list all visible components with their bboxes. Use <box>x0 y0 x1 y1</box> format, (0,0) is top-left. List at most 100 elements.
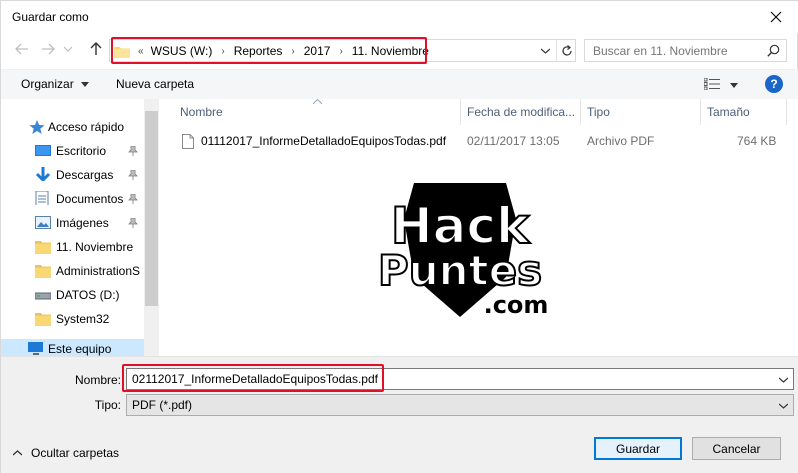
refresh-button[interactable] <box>556 40 576 61</box>
forward-button[interactable] <box>37 33 59 65</box>
sidebar-item-label: Este equipo <box>48 342 112 356</box>
sidebar-item-downloads[interactable]: Descargas <box>1 163 144 187</box>
overflow-chevron[interactable]: « <box>134 46 148 57</box>
file-size: 764 KB <box>737 134 777 148</box>
sidebar-item-label: AdministrationS <box>56 264 141 278</box>
title-bar: Guardar como <box>1 1 798 33</box>
help-icon[interactable]: ? <box>765 75 783 93</box>
caret-down-icon <box>730 83 738 88</box>
sidebar-item-datos-drive[interactable]: DATOS (D:) <box>1 283 144 307</box>
folder-icon <box>35 313 51 326</box>
new-folder-button[interactable]: Nueva carpeta <box>116 77 194 91</box>
back-button[interactable] <box>11 33 33 65</box>
column-divider[interactable] <box>786 99 787 125</box>
close-button[interactable] <box>753 1 798 33</box>
pdf-file-icon <box>182 134 194 149</box>
computer-icon <box>28 342 43 355</box>
sidebar-item-noviembre[interactable]: 11. Noviembre <box>1 235 144 259</box>
column-divider[interactable] <box>700 99 701 125</box>
breadcrumb-separator-icon[interactable]: › <box>215 46 230 57</box>
sidebar-item-system32[interactable]: System32 <box>1 307 144 331</box>
pictures-icon <box>35 216 51 229</box>
star-icon <box>29 120 45 134</box>
chevron-down-icon <box>64 46 72 52</box>
sidebar-item-label: System32 <box>56 312 110 326</box>
hackpuntes-watermark-logo: Hack Puntes .com <box>377 183 549 319</box>
arrow-right-icon <box>42 43 55 55</box>
table-row[interactable]: 01112017_InformeDetalladoEquiposTodas.pd… <box>177 131 792 153</box>
filetype-select[interactable]: PDF (*.pdf) <box>126 394 794 416</box>
filename-input[interactable] <box>132 372 772 386</box>
filename-field[interactable] <box>126 368 794 390</box>
desktop-icon <box>35 145 51 156</box>
breadcrumb-separator-icon[interactable]: › <box>285 46 300 57</box>
search-box[interactable] <box>584 39 787 62</box>
save-as-dialog: Guardar como « WSUS (W:) › Reportes › 20… <box>0 0 798 473</box>
sidebar-item-label: Descargas <box>56 168 114 182</box>
folder-icon <box>114 46 130 58</box>
view-options-button[interactable] <box>704 76 744 94</box>
navigation-pane: Acceso rápido Escritorio Descargas Docum… <box>1 99 159 359</box>
drive-icon <box>35 292 51 300</box>
pin-icon <box>128 194 138 204</box>
breadcrumb-item-reportes[interactable]: Reportes <box>231 44 286 58</box>
close-icon <box>770 11 782 23</box>
file-type: Archivo PDF <box>587 134 655 148</box>
search-icon <box>767 44 780 57</box>
address-history-button[interactable] <box>535 40 555 61</box>
folder-icon <box>35 265 51 278</box>
column-header-date[interactable]: Fecha de modifica... <box>467 99 575 125</box>
watermark-line-2: Puntes <box>378 246 542 295</box>
sidebar-item-documents[interactable]: Documentos <box>1 187 144 211</box>
filetype-value: PDF (*.pdf) <box>132 398 193 412</box>
save-button[interactable]: Guardar <box>594 437 682 460</box>
hide-folders-toggle[interactable]: Ocultar carpetas <box>13 445 119 461</box>
breadcrumb-item-wsus[interactable]: WSUS (W:) <box>148 44 216 58</box>
pin-icon <box>128 170 138 180</box>
column-divider[interactable] <box>460 99 461 125</box>
breadcrumb: « WSUS (W:) › Reportes › 2017 › 11. Novi… <box>114 43 432 59</box>
sidebar-item-administrations[interactable]: AdministrationS <box>1 259 144 283</box>
breadcrumb-separator-icon[interactable]: › <box>333 46 348 57</box>
documents-icon <box>35 191 49 205</box>
sidebar-item-quick-access[interactable]: Acceso rápido <box>1 115 144 139</box>
column-header-name[interactable]: Nombre <box>180 99 223 125</box>
column-header-size[interactable]: Tamaño <box>707 99 750 125</box>
file-date: 02/11/2017 13:05 <box>467 134 560 148</box>
organize-menu[interactable]: Organizar <box>21 77 90 91</box>
column-header-type[interactable]: Tipo <box>587 99 610 125</box>
save-options-panel: Nombre: Tipo: PDF (*.pdf) Ocultar carpet… <box>1 356 798 473</box>
up-button[interactable] <box>85 33 107 65</box>
sidebar-item-label: DATOS (D:) <box>56 288 120 302</box>
filetype-label: Tipo: <box>94 398 121 412</box>
breadcrumb-item-noviembre[interactable]: 11. Noviembre <box>349 44 432 58</box>
recent-locations-button[interactable] <box>61 33 75 65</box>
sort-ascending-icon <box>313 99 322 104</box>
sidebar-item-pictures[interactable]: Imágenes <box>1 211 144 235</box>
sidebar-item-desktop[interactable]: Escritorio <box>1 139 144 163</box>
column-divider[interactable] <box>580 99 581 125</box>
sidebar-item-label: Escritorio <box>56 144 107 158</box>
search-input[interactable] <box>593 44 763 58</box>
caret-down-icon <box>81 82 90 88</box>
sidebar-item-label: Acceso rápido <box>48 120 125 134</box>
navigation-bar: « WSUS (W:) › Reportes › 2017 › 11. Novi… <box>1 33 798 69</box>
sidebar-scrollbar-thumb[interactable] <box>145 111 158 306</box>
watermark-line-3: .com <box>484 291 549 319</box>
file-name: 01112017_InformeDetalladoEquiposTodas.pd… <box>201 134 447 148</box>
cancel-button[interactable]: Cancelar <box>692 437 781 460</box>
chevron-down-icon <box>779 403 788 409</box>
download-icon <box>35 167 51 181</box>
chevron-down-icon <box>540 48 550 54</box>
hide-folders-label: Ocultar carpetas <box>31 446 120 460</box>
chevron-up-icon <box>13 450 22 456</box>
filename-label: Nombre: <box>74 373 121 387</box>
sidebar-item-label: 11. Noviembre <box>56 240 134 254</box>
address-bar[interactable]: « WSUS (W:) › Reportes › 2017 › 11. Novi… <box>109 39 576 62</box>
breadcrumb-item-2017[interactable]: 2017 <box>301 44 334 58</box>
organize-label: Organizar <box>21 77 74 91</box>
arrow-left-icon <box>15 43 28 55</box>
arrow-up-icon <box>90 42 102 55</box>
window-title: Guardar como <box>12 10 89 24</box>
refresh-icon <box>561 44 572 56</box>
